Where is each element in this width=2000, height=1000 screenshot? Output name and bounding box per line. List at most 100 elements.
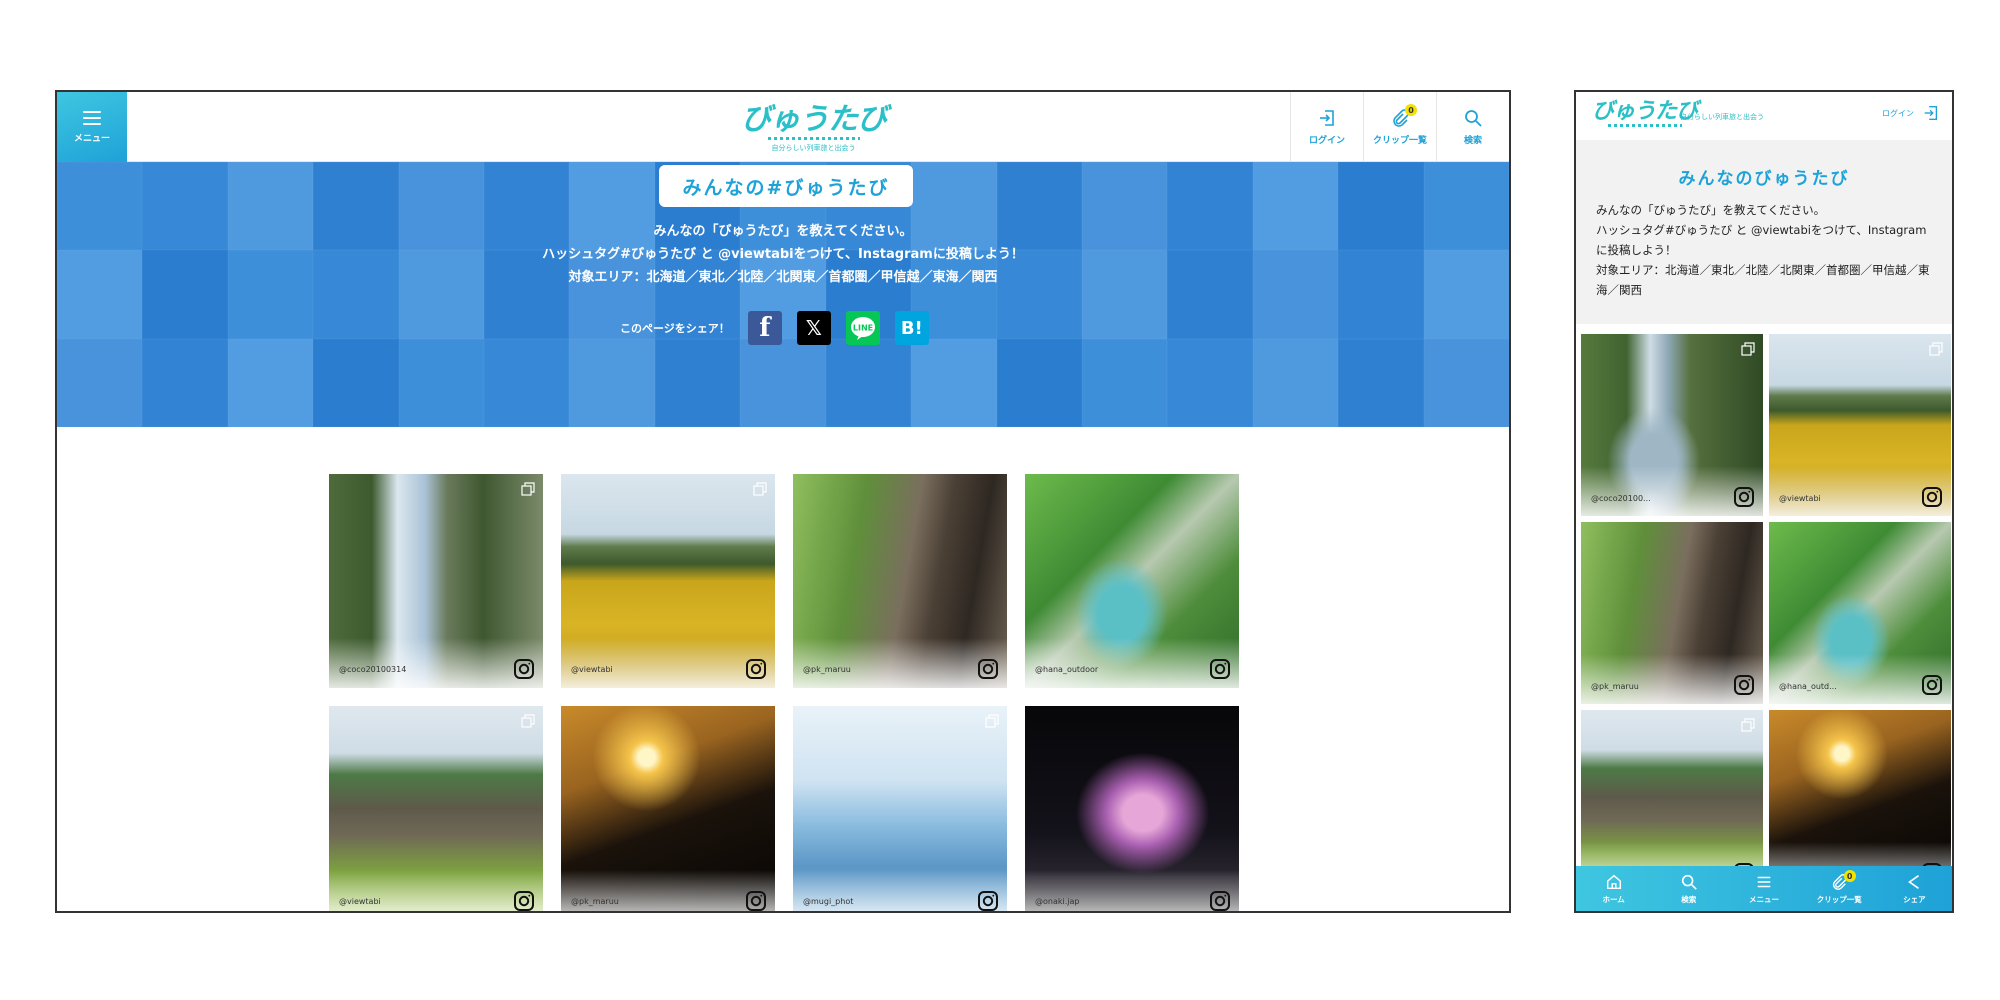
- logo-text: びゅうたび: [741, 102, 887, 137]
- tile-shade: [1025, 870, 1239, 911]
- nav-share[interactable]: シェア: [1877, 866, 1952, 911]
- multiple-images-icon: [1929, 342, 1943, 356]
- intro-section: みんなのびゅうたび みんなの「びゅうたび」を教えてください。 ハッシュタグ#びゅ…: [1576, 140, 1952, 324]
- post-tile[interactable]: @coco20100314: [329, 474, 543, 688]
- nav-clip-list[interactable]: 0 クリップ一覧: [1802, 866, 1877, 911]
- post-tile[interactable]: @pk_maruu: [561, 706, 775, 912]
- post-tile[interactable]: @hana_outd...: [1769, 522, 1951, 704]
- clip-list-button[interactable]: 0 クリップ一覧: [1363, 92, 1436, 162]
- instagram-icon[interactable]: [977, 658, 999, 680]
- tile-shade: [1025, 638, 1239, 688]
- nav-label: クリップ一覧: [1816, 894, 1862, 904]
- home-icon: [1606, 874, 1621, 889]
- login-button[interactable]: ログイン: [1290, 92, 1363, 162]
- post-tile[interactable]: [1769, 710, 1951, 892]
- post-tile[interactable]: @viewtabi: [561, 474, 775, 688]
- login-label: ログイン: [1308, 136, 1345, 146]
- instagram-icon[interactable]: [977, 890, 999, 912]
- post-tile[interactable]: @pk_maruu: [1581, 522, 1763, 704]
- share-label: このページをシェア！: [620, 322, 730, 335]
- instagram-icon[interactable]: [1733, 674, 1755, 696]
- tile-shade: [561, 870, 775, 911]
- x-share-button[interactable]: 𝕏: [796, 311, 831, 345]
- instagram-icon[interactable]: [1921, 674, 1943, 696]
- intro-line-2: ハッシュタグ#びゅうたび と @viewtabiをつけて、Instagramに投…: [1596, 223, 1927, 257]
- header-tools: ログイン 0 クリップ一覧 検索: [1290, 92, 1509, 162]
- page-title: みんなのびゅうたび: [1678, 169, 1850, 189]
- clip-count-badge: 0: [1405, 104, 1417, 116]
- logo-tagline: 自分らしい列車旅と出会う: [771, 144, 856, 152]
- post-tile[interactable]: @mugi_phot: [793, 706, 1007, 912]
- post-username: @viewtabi: [339, 897, 381, 906]
- instagram-icon[interactable]: [745, 658, 767, 680]
- nav-label: メニュー: [1749, 894, 1779, 904]
- search-button[interactable]: 検索: [1436, 92, 1509, 162]
- share-bar: このページをシェア！ f 𝕏 LINE B!: [620, 310, 944, 346]
- logo-dots: [767, 137, 860, 140]
- hatena-icon: B!: [900, 317, 923, 339]
- post-username: @pk_maruu: [571, 897, 619, 906]
- tile-shade: [329, 638, 543, 688]
- post-tile[interactable]: @hana_outdoor: [1025, 474, 1239, 688]
- instagram-post-grid: @coco20100314 @viewtabi @pk_maruu @hana_out…: [329, 474, 1251, 912]
- clip-count-badge: 0: [1843, 870, 1856, 882]
- menu-icon: [1757, 876, 1771, 887]
- logo-tagline: 自分らしい列車旅と出会う: [1680, 113, 1764, 121]
- post-username: @pk_maruu: [1591, 682, 1639, 691]
- login-button-mobile[interactable]: ログイン: [1882, 104, 1940, 122]
- menu-label: メニュー: [73, 133, 110, 144]
- instagram-icon[interactable]: [1733, 486, 1755, 508]
- instagram-icon[interactable]: [745, 890, 767, 912]
- intro-line-1: みんなの「びゅうたび」を教えてください。: [1596, 203, 1826, 217]
- instagram-icon[interactable]: [513, 658, 535, 680]
- line-share-button[interactable]: LINE: [845, 311, 880, 345]
- nav-search[interactable]: 検索: [1651, 866, 1726, 911]
- multiple-images-icon: [521, 714, 535, 728]
- hero-line-1: みんなの「びゅうたび」を教えてください。: [653, 224, 913, 239]
- post-tile[interactable]: @coco20100...: [1581, 334, 1763, 516]
- nav-home[interactable]: ホーム: [1576, 866, 1651, 911]
- nav-label: 検索: [1681, 894, 1697, 904]
- hatena-bookmark-button[interactable]: B!: [894, 311, 929, 345]
- search-icon: [1465, 110, 1482, 127]
- intro-line-3: 対象エリア：北海道／東北／北陸／北関東／首都圏／甲信越／東海／関西: [1596, 263, 1930, 297]
- post-username: @hana_outd...: [1779, 682, 1837, 691]
- post-tile[interactable]: @viewtabi: [1769, 334, 1951, 516]
- instagram-icon[interactable]: [1209, 890, 1231, 912]
- post-tile[interactable]: @pk_maruu: [793, 474, 1007, 688]
- mobile-header: びゅうたび 自分らしい列車旅と出会う ログイン: [1576, 92, 1952, 140]
- instagram-icon[interactable]: [1209, 658, 1231, 680]
- post-tile[interactable]: @viewtabi: [329, 706, 543, 912]
- hero-description: みんなの「びゅうたび」を教えてください。 ハッシュタグ#びゅうたび と @vie…: [57, 220, 1509, 289]
- post-username: @hana_outdoor: [1035, 665, 1099, 674]
- post-username: @onaki.jap: [1035, 897, 1080, 906]
- post-username: @viewtabi: [1779, 494, 1821, 503]
- share-icon: [1908, 874, 1920, 889]
- menu-button[interactable]: メニュー: [57, 92, 127, 162]
- hero-line-2: ハッシュタグ#びゅうたび と @viewtabiをつけて、Instagramに投…: [542, 247, 1024, 262]
- tile-shade: [793, 638, 1007, 688]
- facebook-share-button[interactable]: f: [747, 311, 782, 345]
- instagram-icon[interactable]: [513, 890, 535, 912]
- post-username: @coco20100314: [339, 665, 407, 674]
- nav-label: シェア: [1903, 894, 1926, 904]
- logo-dots: [1607, 124, 1682, 127]
- svg-text:LINE: LINE: [853, 324, 873, 333]
- instagram-icon[interactable]: [1921, 486, 1943, 508]
- post-tile[interactable]: [1581, 710, 1763, 892]
- hero-title: みんなの#びゅうたび: [659, 165, 913, 207]
- desktop-header: メニュー びゅうたび 自分らしい列車旅と出会う ログイン 0 クリップ一覧 検索: [57, 92, 1509, 162]
- site-logo[interactable]: びゅうたび 自分らしい列車旅と出会う: [741, 102, 887, 153]
- search-label: 検索: [1463, 136, 1482, 146]
- multiple-images-icon: [521, 482, 535, 496]
- post-username: @coco20100...: [1591, 494, 1651, 503]
- clip-list-label: クリップ一覧: [1372, 136, 1427, 146]
- multiple-images-icon: [985, 714, 999, 728]
- nav-menu[interactable]: メニュー: [1726, 866, 1801, 911]
- mobile-view: びゅうたび 自分らしい列車旅と出会う ログイン みんなのびゅうたび みんなの「び…: [1574, 90, 1954, 913]
- post-tile[interactable]: @onaki.jap: [1025, 706, 1239, 912]
- multiple-images-icon: [753, 482, 767, 496]
- bottom-navigation: ホーム 検索 メニュー 0 クリップ一覧 シェア: [1576, 866, 1952, 911]
- search-icon: [1681, 874, 1697, 890]
- hamburger-icon: [83, 110, 101, 125]
